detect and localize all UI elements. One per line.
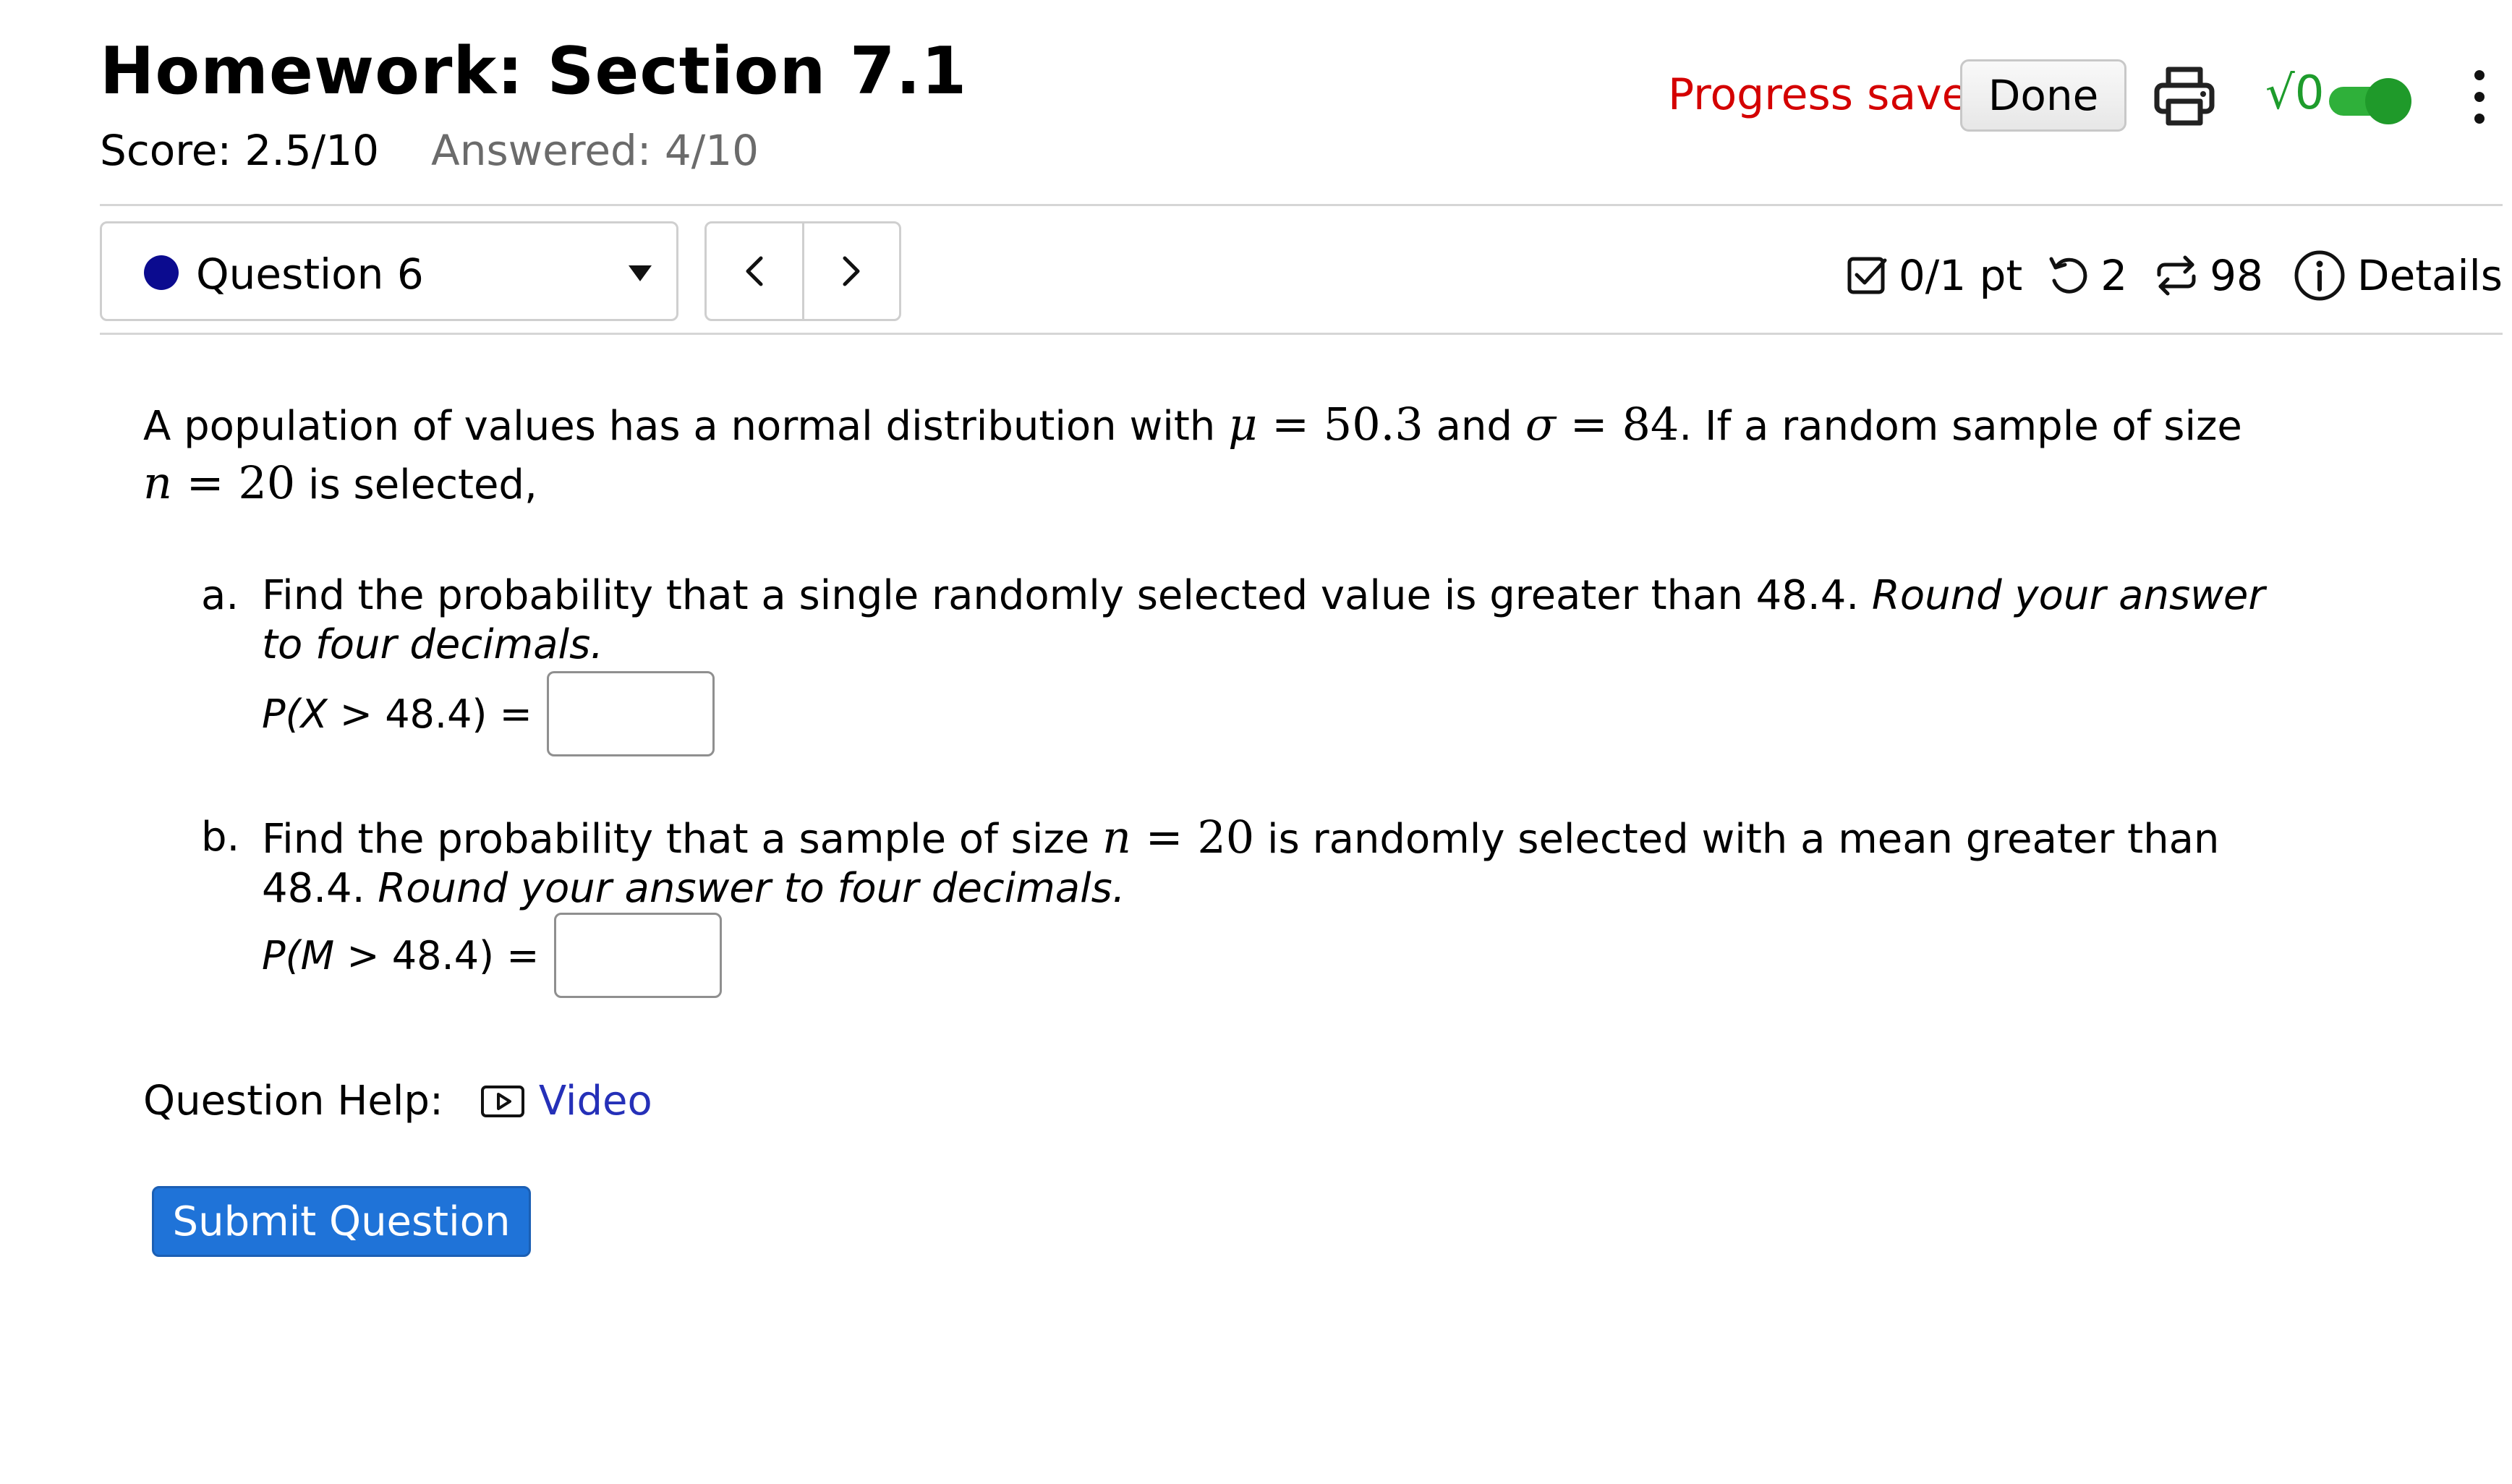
repeat-icon <box>2157 255 2196 296</box>
question-help-label: Question Help: <box>143 1078 443 1125</box>
part-text: Find the probability that a sample of si… <box>262 813 2299 913</box>
attempts-indicator: 98 <box>2152 251 2263 300</box>
question-stem: A population of values has a normal dist… <box>143 396 2313 513</box>
next-question-button[interactable] <box>801 223 900 319</box>
stem-text: . If a random sample of size <box>1679 403 2242 450</box>
answer-input-a[interactable] <box>546 671 715 756</box>
question-part-a: a. Find the probability that a single ra… <box>201 571 2299 670</box>
video-icon <box>480 1085 524 1117</box>
info-icon <box>2294 250 2345 301</box>
answered-text: Answered: 4/10 <box>431 126 759 175</box>
answer-label-rest: > 48.4) = <box>334 932 540 978</box>
stem-text: A population of values has a normal dist… <box>143 403 1229 450</box>
n-expression: n = 20 <box>143 456 296 509</box>
score-text: Score: 2.5/10 <box>100 126 380 175</box>
video-help-link[interactable]: Video <box>480 1078 652 1125</box>
retries-indicator: 2 <box>2045 251 2127 300</box>
chevron-left-icon <box>746 256 763 286</box>
part-text: Find the probability that a single rando… <box>262 571 2299 670</box>
question-help: Question Help: Video <box>143 1078 652 1125</box>
math-input-toggle[interactable]: √0 <box>2265 62 2420 135</box>
checkbox-icon <box>1847 257 1887 294</box>
nav-divider <box>100 333 2503 335</box>
answer-row-a: P(X > 48.4) = <box>262 671 715 756</box>
sigma-value: 84 <box>1622 398 1679 451</box>
question-select[interactable]: Question 6 <box>100 221 678 321</box>
details-label: Details <box>2356 251 2503 300</box>
answer-label: P(X > 48.4) = <box>262 691 532 737</box>
sigma-expression: σ = 84 <box>1525 398 1679 451</box>
n-symbol: n <box>1102 811 1131 863</box>
answer-label: P(M > 48.4) = <box>262 933 540 978</box>
done-button[interactable]: Done <box>1960 59 2126 132</box>
page-title: Homework: Section 7.1 <box>100 33 968 109</box>
part-letter: b. <box>201 814 240 861</box>
previous-question-button[interactable] <box>707 223 802 319</box>
attempts-count: 98 <box>2210 251 2263 300</box>
points-indicator: 0/1 pt <box>1845 251 2022 300</box>
question-pager <box>704 221 901 321</box>
question-status-dot <box>144 255 179 290</box>
toggle-knob <box>2365 78 2411 124</box>
rounding-instruction: Round your answer to four decimals. <box>378 865 1125 912</box>
more-options-icon[interactable] <box>2465 67 2494 132</box>
question-meta: 0/1 pt 2 98 Details <box>1845 243 2503 308</box>
mu-symbol: μ <box>1228 398 1258 451</box>
question-select-label: Question 6 <box>196 250 424 299</box>
question-part-b: b. Find the probability that a sample of… <box>201 813 2299 913</box>
answer-label-rest: > 48.4) = <box>327 691 532 737</box>
stem-text: is selected, <box>295 461 537 508</box>
stem-text: and <box>1423 403 1525 450</box>
part-letter: a. <box>201 572 239 619</box>
part-prompt: Find the probability that a single rando… <box>262 572 1872 619</box>
n-value: 20 <box>1197 811 1255 863</box>
answer-input-b[interactable] <box>553 913 722 998</box>
score-row: Score: 2.5/10 Answered: 4/10 <box>100 126 759 175</box>
mu-expression: μ = 50.3 <box>1228 398 1423 451</box>
caret-down-icon <box>629 265 652 281</box>
part-prompt: Find the probability that a sample of si… <box>262 816 1103 863</box>
n-value: 20 <box>238 456 296 509</box>
answer-label-var: P(M <box>262 932 335 978</box>
details-button[interactable]: Details <box>2292 248 2503 303</box>
header-divider <box>100 204 2503 206</box>
n-symbol: n <box>143 456 172 509</box>
undo-icon <box>2049 257 2087 294</box>
mu-value: 50.3 <box>1323 398 1423 451</box>
points-text: 0/1 pt <box>1898 251 2023 300</box>
answer-label-var: P(X <box>262 691 328 737</box>
chevron-right-icon <box>843 256 860 286</box>
n-expression: n = 20 <box>1102 811 1255 863</box>
sigma-symbol: σ <box>1525 398 1557 451</box>
answer-row-b: P(M > 48.4) = <box>262 913 722 998</box>
retries-count: 2 <box>2100 251 2128 300</box>
submit-question-button[interactable]: Submit Question <box>152 1186 531 1257</box>
video-link-label: Video <box>538 1078 652 1125</box>
progress-status: Progress saved <box>1668 69 1996 120</box>
sqrt-icon: √0 <box>2265 67 2325 120</box>
printer-icon[interactable] <box>2151 62 2218 129</box>
